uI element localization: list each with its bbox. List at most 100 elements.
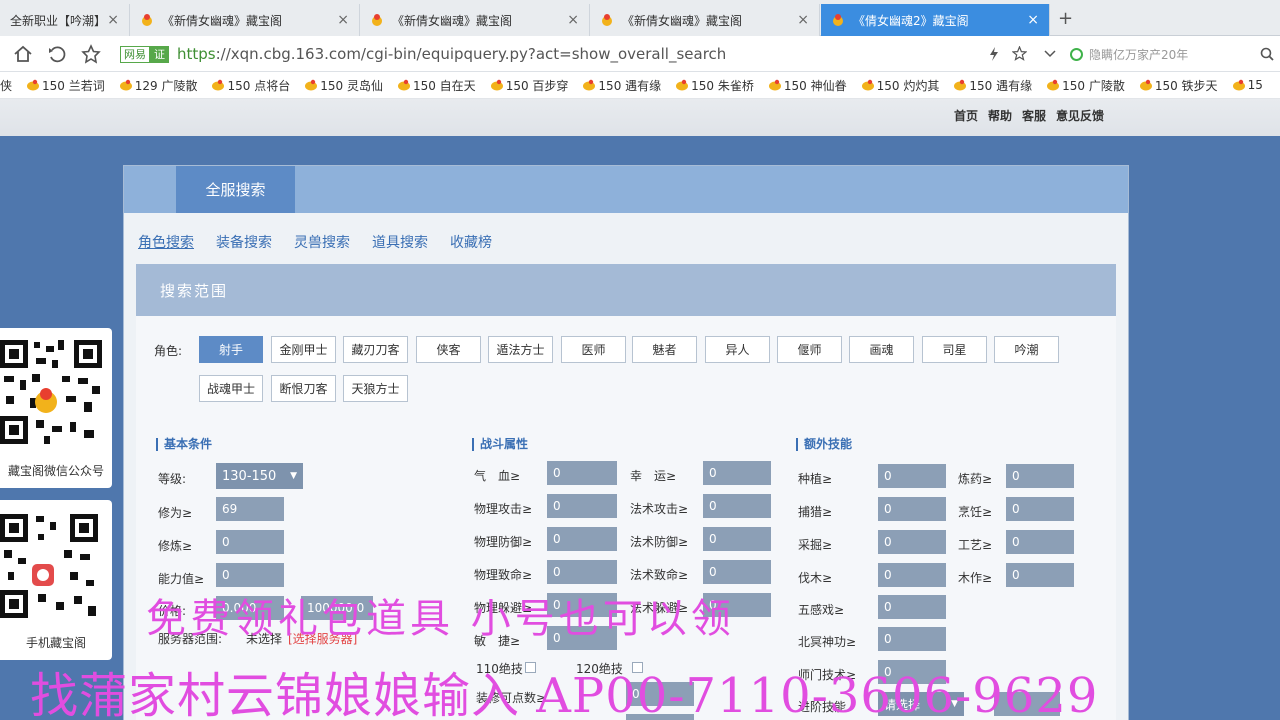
role-button[interactable]: 异人 [705, 336, 770, 363]
role-button[interactable]: 藏刃刀客 [343, 336, 408, 363]
phys-crit-input[interactable]: 0 [547, 560, 617, 584]
close-icon[interactable]: × [797, 12, 809, 28]
close-icon[interactable]: × [567, 12, 579, 28]
url-scheme: https [177, 45, 216, 63]
phys-defense-label: 物理防御≥ [474, 535, 533, 549]
wuqinxi-input[interactable]: 0 [878, 595, 946, 619]
basic-section-title: 基本条件 [156, 438, 212, 451]
browser-tab-active[interactable]: 《倩女幽魂2》藏宝阁 × [821, 4, 1050, 36]
tab-favorites-rank[interactable]: 收藏榜 [450, 232, 492, 252]
role-button[interactable]: 偃师 [777, 336, 842, 363]
bookmark-item[interactable]: 150 灼灼其 [861, 77, 939, 94]
feedback-link[interactable]: 意见反馈 [1056, 107, 1104, 124]
bookmark-item[interactable]: 150 点将台 [211, 77, 290, 94]
tab-overall-search[interactable]: 全服搜索 [176, 166, 295, 213]
tab-equip-search[interactable]: 装备搜索 [216, 232, 272, 252]
planting-input[interactable]: 0 [878, 464, 946, 488]
wechat-qr-card: 藏宝阁微信公众号 [0, 328, 112, 488]
qr-code-icon [0, 336, 104, 448]
woodwork-input[interactable]: 0 [1006, 563, 1074, 587]
beiming-input[interactable]: 0 [878, 627, 946, 651]
chick-icon [1139, 79, 1152, 91]
phys-defense-input[interactable]: 0 [547, 527, 617, 551]
craft-input[interactable]: 0 [1006, 530, 1074, 554]
bookmark-item[interactable]: 150 兰若词 [26, 77, 105, 94]
mining-input[interactable]: 0 [878, 530, 946, 554]
role-button[interactable]: 遁法方士 [488, 336, 553, 363]
bookmark-item[interactable]: 150 遇有缘 [953, 77, 1032, 94]
role-button[interactable]: 司星 [922, 336, 987, 363]
tab-label: 全新职业【吟潮】上 [10, 13, 99, 28]
browser-tab-0[interactable]: 全新职业【吟潮】上 × [0, 4, 130, 36]
xiulian-input[interactable]: 0 [216, 530, 284, 554]
craft-label: 工艺≥ [958, 538, 993, 552]
tab-label: 《新倩女幽魂》藏宝阁 [392, 13, 513, 28]
magic-attack-label: 法术攻击≥ [630, 502, 689, 516]
cooking-input[interactable]: 0 [1006, 497, 1074, 521]
chevron-down-icon[interactable] [1044, 49, 1056, 59]
role-button[interactable]: 金刚甲士 [271, 336, 336, 363]
home-icon[interactable] [12, 43, 34, 65]
bookmark-item[interactable]: 150 铁步天 [1139, 77, 1218, 94]
bookmark-item[interactable]: 150 朱雀桥 [675, 77, 754, 94]
role-button[interactable]: 医师 [561, 336, 626, 363]
role-button[interactable]: 画魂 [849, 336, 914, 363]
magic-crit-input[interactable]: 0 [703, 560, 771, 584]
bookmark-item[interactable]: 侠 [0, 77, 12, 94]
role-button[interactable]: 战魂甲士 [199, 375, 263, 402]
tab-item-search[interactable]: 道具搜索 [372, 232, 428, 252]
close-icon[interactable]: × [107, 12, 119, 28]
bookmark-item[interactable]: 150 自在天 [397, 77, 476, 94]
close-icon[interactable]: × [1027, 12, 1039, 28]
help-link[interactable]: 帮助 [988, 107, 1012, 124]
level-select[interactable]: 130-150 ▼ [216, 463, 303, 489]
browser-tab-bar: 全新职业【吟潮】上 × 《新倩女幽魂》藏宝阁 × 《新倩女幽魂》藏宝阁 × 《新… [0, 0, 1280, 36]
url-field[interactable]: 网易 证 https://xqn.cbg.163.com/cgi-bin/equ… [120, 41, 1065, 67]
hp-label: 气 血≥ [474, 469, 521, 483]
woodwork-label: 木作≥ [958, 571, 993, 585]
browser-tab-3[interactable]: 《新倩女幽魂》藏宝阁 × [590, 4, 820, 36]
role-button[interactable]: 吟潮 [994, 336, 1059, 363]
cooking-label: 烹饪≥ [958, 505, 993, 519]
hunting-input[interactable]: 0 [878, 497, 946, 521]
role-button[interactable]: 断恨刀客 [271, 375, 336, 402]
search-icon[interactable] [1260, 47, 1274, 61]
role-button[interactable]: 侠客 [416, 336, 481, 363]
site-header: 首页 帮助 客服 意见反馈 [0, 99, 1280, 136]
bookmark-item[interactable]: 150 百步穿 [490, 77, 568, 94]
bookmark-item[interactable]: 150 神仙眷 [768, 77, 847, 94]
role-button[interactable]: 魅者 [632, 336, 697, 363]
star-icon[interactable] [80, 43, 102, 65]
search-text: 隐瞒亿万家产20年 [1089, 47, 1189, 62]
phys-attack-input[interactable]: 0 [547, 494, 617, 518]
tab-pet-search[interactable]: 灵兽搜索 [294, 232, 350, 252]
service-link[interactable]: 客服 [1022, 107, 1046, 124]
magic-attack-input[interactable]: 0 [703, 494, 771, 518]
new-tab-button[interactable]: + [1058, 8, 1073, 29]
cert-badge[interactable]: 证 [150, 45, 169, 63]
role-button[interactable]: 天狼方士 [343, 375, 408, 402]
alchemy-input[interactable]: 0 [1006, 464, 1074, 488]
hp-input[interactable]: 0 [547, 461, 617, 485]
undo-icon[interactable] [46, 43, 68, 65]
browser-tab-1[interactable]: 《新倩女幽魂》藏宝阁 × [130, 4, 360, 36]
browser-tab-2[interactable]: 《新倩女幽魂》藏宝阁 × [360, 4, 590, 36]
lightning-icon[interactable] [988, 47, 1000, 61]
search-input[interactable]: 隐瞒亿万家产20年 [1070, 42, 1274, 66]
luck-input[interactable]: 0 [703, 461, 771, 485]
bookmark-item[interactable]: 129 广陵散 [119, 77, 197, 94]
ability-input[interactable]: 0 [216, 563, 284, 587]
logging-input[interactable]: 0 [878, 563, 946, 587]
chick-icon [861, 79, 874, 91]
bookmark-item[interactable]: 15 [1232, 78, 1263, 92]
magic-defense-input[interactable]: 0 [703, 527, 771, 551]
tab-role-search[interactable]: 角色搜索 [138, 232, 194, 252]
bookmark-item[interactable]: 150 灵岛仙 [304, 77, 383, 94]
home-link[interactable]: 首页 [954, 107, 978, 124]
role-button[interactable]: 射手 [199, 336, 263, 363]
bookmark-item[interactable]: 150 广陵散 [1046, 77, 1125, 94]
xiuwei-input[interactable]: 69 [216, 497, 284, 521]
favorite-star-icon[interactable] [1012, 46, 1027, 61]
bookmark-item[interactable]: 150 遇有缘 [582, 77, 661, 94]
close-icon[interactable]: × [337, 12, 349, 28]
